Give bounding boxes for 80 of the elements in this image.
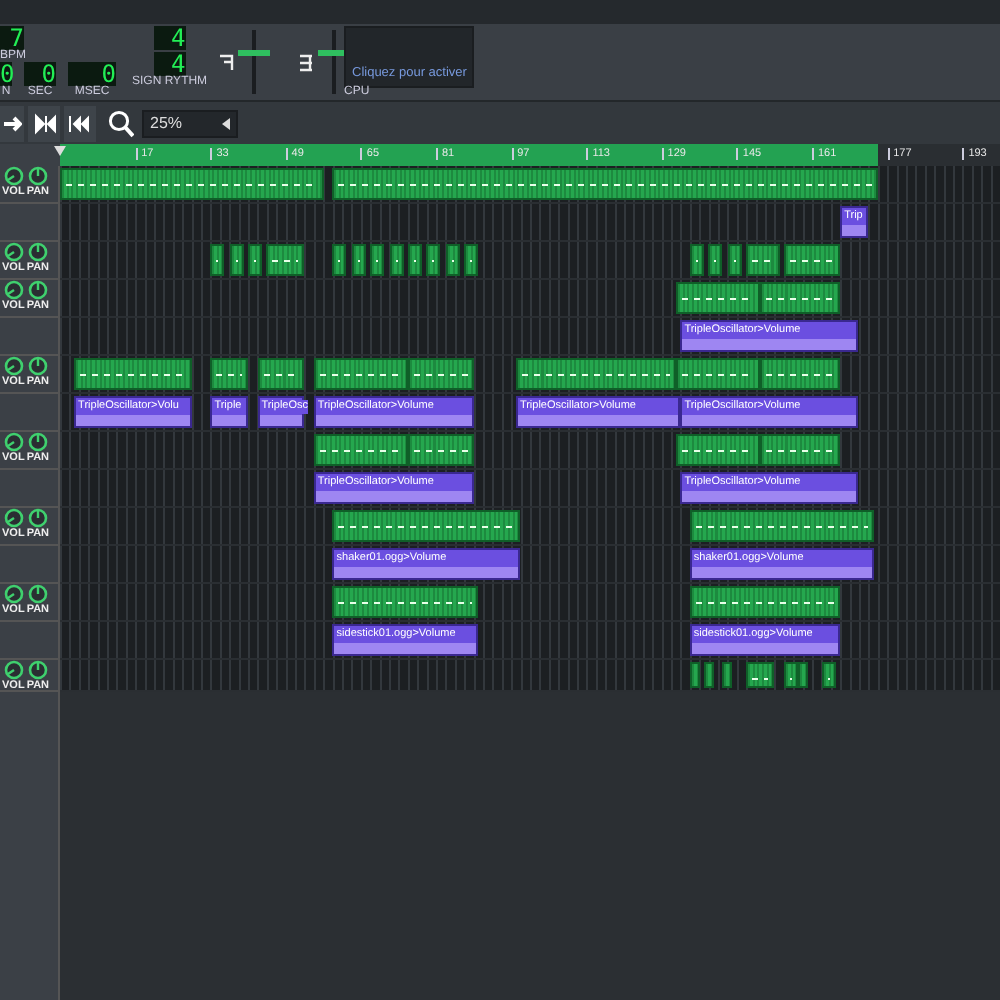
pan-knob[interactable]: [27, 584, 48, 604]
pattern-clip[interactable]: [760, 358, 841, 390]
pattern-clip[interactable]: [821, 662, 836, 688]
pattern-clip[interactable]: [332, 510, 521, 542]
caret-icon: [222, 117, 232, 129]
squeeze-button[interactable]: [28, 105, 60, 141]
pattern-clip[interactable]: [708, 244, 723, 276]
pan-knob[interactable]: [27, 432, 48, 452]
time-display: 0: [0, 62, 12, 86]
pattern-clip[interactable]: [515, 358, 676, 390]
pattern-clip[interactable]: [760, 434, 841, 466]
zoom-dropdown[interactable]: 25%: [142, 109, 238, 137]
pattern-clip[interactable]: [351, 244, 366, 276]
pattern-clip[interactable]: [689, 586, 841, 618]
volume-knob[interactable]: [3, 242, 24, 262]
volume-knob[interactable]: [3, 584, 24, 604]
pattern-clip[interactable]: [60, 168, 324, 200]
pan-knob[interactable]: [27, 660, 48, 680]
pattern-clip[interactable]: [370, 244, 385, 276]
skip-back-button[interactable]: [64, 105, 96, 141]
pattern-clip[interactable]: [445, 244, 460, 276]
pattern-clip[interactable]: [689, 510, 874, 542]
pattern-clip[interactable]: [313, 358, 408, 390]
pattern-clip[interactable]: [210, 358, 248, 390]
squeeze-icon: [32, 111, 56, 135]
volume-knob[interactable]: [3, 432, 24, 452]
pattern-clip[interactable]: [464, 244, 479, 276]
pan-knob[interactable]: [27, 280, 48, 300]
numerator-display[interactable]: 4: [153, 26, 186, 50]
pattern-clip[interactable]: [746, 244, 780, 276]
pattern-clip[interactable]: [407, 244, 422, 276]
pitch-icon: [300, 53, 314, 71]
pan-knob[interactable]: [27, 166, 48, 186]
pattern-clip[interactable]: [248, 244, 263, 276]
pattern-clip[interactable]: [703, 662, 714, 688]
pan-knob[interactable]: [27, 242, 48, 262]
pattern-clip[interactable]: [727, 244, 742, 276]
pattern-clip[interactable]: [746, 662, 775, 688]
pattern-clip[interactable]: [783, 662, 798, 688]
pattern-clip[interactable]: [689, 662, 700, 688]
pattern-clip[interactable]: [426, 244, 441, 276]
pan-knob[interactable]: [27, 356, 48, 376]
pattern-clip[interactable]: [675, 282, 761, 314]
pattern-clip[interactable]: [722, 662, 733, 688]
time-display: 0: [24, 62, 56, 86]
volume-knob[interactable]: [3, 356, 24, 376]
pattern-clip[interactable]: [332, 168, 878, 200]
time-display: 0: [68, 62, 116, 86]
play-arrow-button[interactable]: [0, 105, 24, 141]
pattern-clip[interactable]: [257, 358, 305, 390]
pattern-clip[interactable]: [407, 434, 474, 466]
slider-thumb[interactable]: [238, 50, 270, 57]
pattern-clip[interactable]: [74, 358, 192, 390]
denominator-display[interactable]: 4: [153, 52, 186, 76]
volume-knob[interactable]: [3, 166, 24, 186]
pattern-clip[interactable]: [313, 434, 408, 466]
pattern-clip[interactable]: [760, 282, 841, 314]
pattern-clip[interactable]: [332, 586, 479, 618]
play-arrow-icon: [3, 111, 21, 135]
pattern-clip[interactable]: [266, 244, 305, 276]
volume-slider[interactable]: [238, 30, 270, 94]
zoom-icon: [108, 109, 134, 137]
pattern-clip[interactable]: [389, 244, 404, 276]
skip-back-icon: [68, 111, 92, 135]
volume-knob[interactable]: [3, 508, 24, 528]
pattern-clip[interactable]: [675, 358, 761, 390]
volume-knob[interactable]: [3, 660, 24, 680]
pattern-clip[interactable]: [797, 662, 808, 688]
pattern-clip[interactable]: [407, 358, 474, 390]
pattern-clip[interactable]: [689, 244, 704, 276]
pattern-clip[interactable]: [210, 244, 225, 276]
volume-knob[interactable]: [3, 280, 24, 300]
pattern-clip[interactable]: [783, 244, 841, 276]
tempo-display[interactable]: 7: [0, 26, 24, 50]
pattern-clip[interactable]: [229, 244, 244, 276]
pattern-clip[interactable]: [332, 244, 347, 276]
pan-knob[interactable]: [27, 508, 48, 528]
pattern-clip[interactable]: [675, 434, 761, 466]
volume-icon: [220, 53, 234, 71]
zoom-value: 25%: [150, 111, 183, 135]
